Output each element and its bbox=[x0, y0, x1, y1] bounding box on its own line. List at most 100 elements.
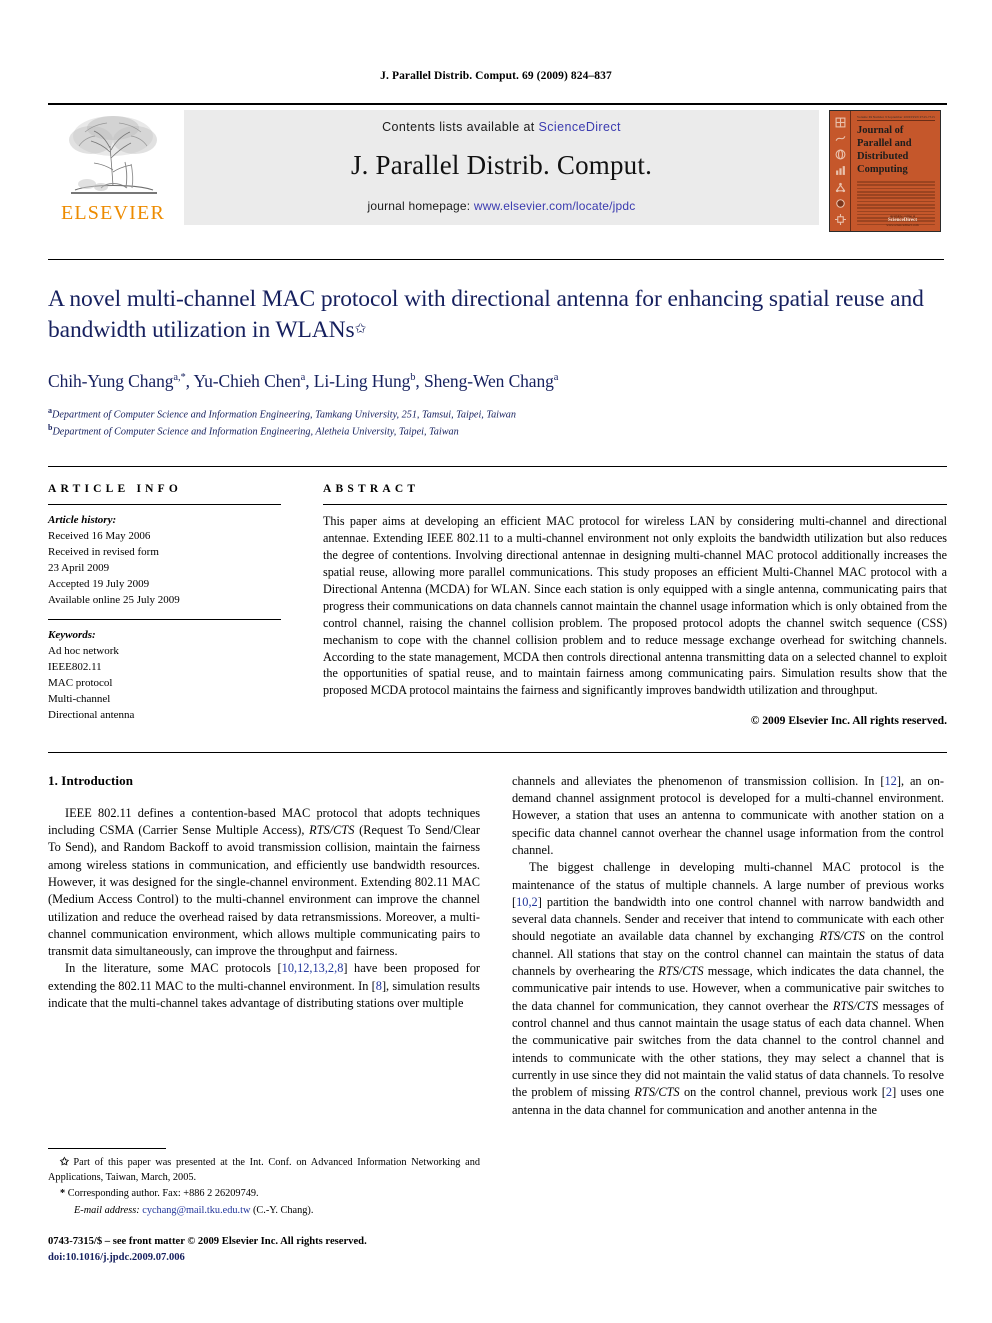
article-history-block: Article history: Received 16 May 2006 Re… bbox=[48, 505, 281, 608]
journal-homepage-line: journal homepage: www.elsevier.com/locat… bbox=[367, 199, 635, 213]
page-title: A novel multi-channel MAC protocol with … bbox=[48, 284, 944, 347]
contents-available-line: Contents lists available at ScienceDirec… bbox=[382, 120, 621, 134]
abstract-column: ABSTRACT This paper aims at developing a… bbox=[301, 483, 947, 730]
abstract-text: This paper aims at developing an efficie… bbox=[323, 513, 947, 698]
footnote-star: ✩ Part of this paper was presented at th… bbox=[48, 1156, 480, 1185]
article-title-text: A novel multi-channel MAC protocol with … bbox=[48, 286, 924, 344]
citation-ref[interactable]: 10,12,13,2,8 bbox=[282, 961, 344, 975]
cover-issue-line: Volume 69 Number 9 September 2009 ISSN 0… bbox=[857, 115, 935, 121]
body-paragraph: In the literature, some MAC protocols [1… bbox=[48, 961, 480, 1011]
acronym: RTS/CTS bbox=[832, 998, 879, 1013]
title-footnote-marker[interactable]: ✩ bbox=[355, 322, 367, 337]
author-list: Chih-Yung Changa,*, Yu-Chieh Chena, Li-L… bbox=[48, 370, 559, 391]
acronym: RTS/CTS bbox=[309, 822, 355, 837]
abstract-body: This paper aims at developing an efficie… bbox=[323, 503, 947, 730]
elsevier-logo: ELSEVIER bbox=[48, 110, 178, 225]
doi-line[interactable]: doi:10.1016/j.jpdc.2009.07.006 bbox=[48, 1250, 480, 1266]
keywords-block: Keywords: Ad hoc network IEEE802.11 MAC … bbox=[48, 619, 281, 723]
cover-title-line-1: Journal of bbox=[857, 125, 904, 136]
grid-icon bbox=[835, 117, 845, 128]
contents-prefix: Contents lists available at bbox=[382, 120, 539, 134]
article-info-heading: ARTICLE INFO bbox=[48, 482, 183, 495]
history-item: Available online 25 July 2009 bbox=[48, 594, 180, 607]
footnote-star-marker: ✩ bbox=[60, 1157, 69, 1168]
journal-homepage-link[interactable]: www.elsevier.com/locate/jpdc bbox=[474, 199, 636, 213]
footnote-block: ✩ Part of this paper was presented at th… bbox=[48, 1148, 480, 1266]
abstract-copyright: © 2009 Elsevier Inc. All rights reserved… bbox=[750, 714, 947, 728]
cover-icon-rail bbox=[830, 111, 851, 231]
author-name[interactable]: Yu-Chieh Chen bbox=[194, 371, 301, 391]
journal-cover-cell: Volume 69 Number 9 September 2009 ISSN 0… bbox=[829, 110, 947, 232]
wave-icon bbox=[835, 135, 845, 141]
cover-title: Journal of Parallel and Distributed Comp… bbox=[857, 124, 935, 176]
affiliation-text: Department of Computer Science and Infor… bbox=[52, 426, 459, 438]
journal-masthead: ELSEVIER Contents lists available at Sci… bbox=[48, 103, 947, 232]
acronym: RTS/CTS bbox=[634, 1085, 680, 1100]
affiliation-text: Department of Computer Science and Infor… bbox=[52, 408, 516, 420]
citation-ref[interactable]: 12 bbox=[884, 774, 896, 788]
footnote-corresponding-marker: * bbox=[60, 1188, 66, 1200]
keyword-item: IEEE802.11 bbox=[48, 661, 102, 674]
article-info-column: ARTICLE INFO Article history: Received 1… bbox=[48, 483, 301, 730]
author-affil-marker: a bbox=[300, 371, 306, 383]
footnote-star-text: Part of this paper was presented at the … bbox=[48, 1157, 481, 1183]
acronym: RTS/CTS bbox=[819, 929, 865, 944]
cover-title-line-3: Distributed bbox=[857, 151, 909, 163]
affiliation: bDepartment of Computer Science and Info… bbox=[48, 422, 944, 440]
body-columns: 1. Introduction IEEE 802.11 defines a co… bbox=[48, 751, 947, 1120]
body-left-column: 1. Introduction IEEE 802.11 defines a co… bbox=[48, 773, 480, 1120]
issn-doi-block: 0743-7315/$ – see front matter © 2009 El… bbox=[48, 1234, 480, 1266]
network-icon bbox=[835, 182, 845, 192]
article-history-label: Article history: bbox=[48, 513, 117, 526]
cover-number: Number 9 bbox=[872, 115, 887, 119]
email-label: E-mail address: bbox=[74, 1204, 140, 1216]
cover-date: September 2009 bbox=[887, 115, 911, 119]
author-affil-marker: a bbox=[553, 371, 559, 383]
cover-badge-sub: www.sciencedirect.com bbox=[886, 223, 919, 227]
citation-ref[interactable]: 10,2 bbox=[516, 895, 538, 909]
citation-ref[interactable]: 2 bbox=[886, 1085, 892, 1099]
cover-sciencedirect-badge: Available online at ScienceDirect www.sc… bbox=[870, 214, 935, 227]
journal-cover-thumbnail[interactable]: Volume 69 Number 9 September 2009 ISSN 0… bbox=[829, 110, 941, 232]
issn-line: 0743-7315/$ – see front matter © 2009 El… bbox=[48, 1236, 367, 1248]
author-affil-marker: a,* bbox=[173, 371, 186, 383]
history-item: Accepted 19 July 2009 bbox=[48, 578, 150, 591]
email-link[interactable]: cychang@mail.tku.edu.tw bbox=[142, 1205, 250, 1216]
journal-title: J. Parallel Distrib. Comput. bbox=[350, 150, 653, 180]
sciencedirect-link[interactable]: ScienceDirect bbox=[539, 120, 621, 134]
body-paragraph: channels and alleviates the phenomenon o… bbox=[512, 773, 944, 857]
elsevier-wordmark: ELSEVIER bbox=[60, 202, 166, 224]
homepage-prefix: journal homepage: bbox=[367, 199, 474, 213]
cover-issn: ISSN 0743-7315 bbox=[911, 115, 935, 119]
keyword-item: MAC protocol bbox=[48, 677, 113, 690]
footnote-corresponding: * Corresponding author. Fax: +886 2 2620… bbox=[48, 1187, 480, 1202]
footnote-rule bbox=[48, 1148, 166, 1149]
abstract-heading: ABSTRACT bbox=[323, 482, 420, 495]
citation-ref[interactable]: 8 bbox=[376, 979, 382, 993]
section-heading-introduction: 1. Introduction bbox=[48, 772, 134, 788]
keyword-item: Multi-channel bbox=[48, 693, 111, 706]
author-name[interactable]: Sheng-Wen Chang bbox=[424, 371, 554, 391]
keyword-item: Directional antenna bbox=[48, 709, 135, 722]
history-item: Received in revised form bbox=[48, 545, 159, 558]
cover-title-line-2: Parallel and bbox=[857, 138, 912, 150]
footnote-corresponding-text: Corresponding author. Fax: +886 2 262097… bbox=[67, 1188, 259, 1200]
author-name[interactable]: Li-Ling Hung bbox=[314, 371, 411, 391]
title-block: A novel multi-channel MAC protocol with … bbox=[48, 259, 944, 440]
elsevier-tree-icon bbox=[69, 116, 157, 194]
running-head: J. Parallel Distrib. Comput. 69 (2009) 8… bbox=[380, 70, 612, 82]
keyword-item: Ad hoc network bbox=[48, 645, 119, 658]
circle-icon bbox=[835, 199, 845, 208]
chip-icon bbox=[834, 214, 846, 226]
email-attribution: (C.-Y. Chang). bbox=[252, 1204, 314, 1216]
history-item: Received 16 May 2006 bbox=[48, 529, 151, 542]
globe-icon bbox=[835, 149, 845, 160]
author-name[interactable]: Chih-Yung Chang bbox=[48, 371, 173, 391]
affiliation: aDepartment of Computer Science and Info… bbox=[48, 405, 944, 423]
body-paragraph: The biggest challenge in developing mult… bbox=[512, 860, 945, 1117]
cover-title-line-4: Computing bbox=[857, 164, 908, 176]
acronym: RTS/CTS bbox=[658, 964, 704, 979]
body-paragraph: IEEE 802.11 defines a contention-based M… bbox=[48, 805, 480, 959]
cover-volume: Volume 69 bbox=[857, 115, 873, 119]
author-affil-marker: b bbox=[410, 371, 416, 383]
